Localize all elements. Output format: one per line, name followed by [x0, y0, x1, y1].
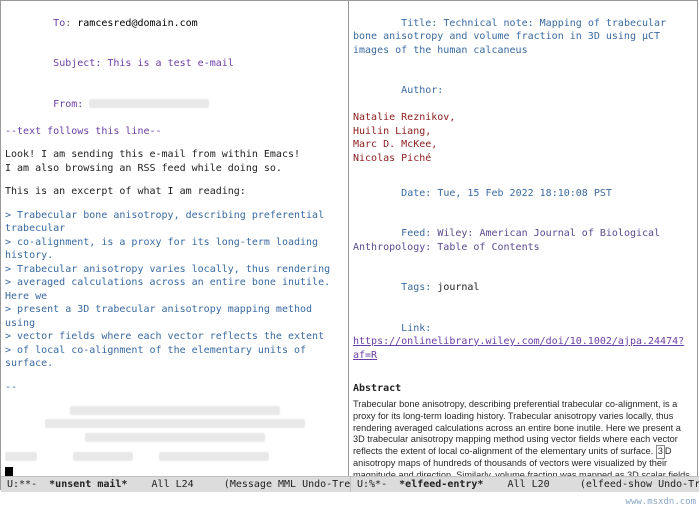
quoted-line[interactable]: > Trabecular bone anisotropy, describing… — [5, 209, 344, 236]
ml-left-modes: (Message MML Undo-Tree Abbrev — [224, 479, 350, 490]
header-separator: --text follows this line-- — [5, 125, 344, 139]
ml-left-status: U:**- — [7, 479, 37, 490]
compose-pane[interactable]: To: ramcesred@domain.com Subject: This i… — [1, 1, 349, 489]
subject-row[interactable]: Subject: This is a test e-mail — [5, 44, 344, 85]
quoted-line[interactable]: > Trabecular anisotropy varies locally, … — [5, 263, 344, 277]
from-value-redacted — [89, 99, 209, 108]
abstract-heading: Abstract — [353, 382, 693, 396]
signature-redacted — [5, 404, 344, 480]
to-value[interactable]: ramcesred@domain.com — [77, 18, 197, 29]
body-line[interactable]: I am also browsing an RSS feed while doi… — [5, 162, 344, 176]
to-row[interactable]: To: ramcesred@domain.com — [5, 3, 344, 44]
feed-label: Feed: — [401, 228, 431, 239]
author-name: Huilin Liang, — [353, 125, 693, 139]
author-name: Natalie Reznikov, — [353, 111, 693, 125]
from-row[interactable]: From: — [5, 84, 344, 125]
title-label: Title: — [401, 18, 437, 29]
tags-row: Tags: journal — [353, 268, 693, 309]
emacs-frame: To: ramcesred@domain.com Subject: This i… — [0, 0, 698, 490]
author-row: Author: — [353, 71, 693, 112]
sig-dashes[interactable]: -- — [5, 381, 344, 395]
elfeed-body[interactable]: Title: Technical note: Mapping of trabec… — [353, 3, 693, 489]
quoted-line[interactable]: > vector fields where each vector reflec… — [5, 330, 344, 344]
modeline: U:**- *unsent mail* All L24 (Message MML… — [1, 476, 699, 492]
ml-right-modes: (elfeed-show Undo-Tree) Sat F — [580, 479, 699, 490]
feed-value: Wiley: American Journal of Biological An… — [353, 228, 666, 253]
date-value: Tue, 15 Feb 2022 18:10:08 PST — [437, 188, 612, 199]
to-label: To — [53, 18, 65, 29]
date-row: Date: Tue, 15 Feb 2022 18:10:08 PST — [353, 173, 693, 214]
ml-right-pos: All L20 — [508, 479, 550, 490]
modeline-left[interactable]: U:**- *unsent mail* All L24 (Message MML… — [1, 477, 350, 492]
feed-row: Feed: Wiley: American Journal of Biologi… — [353, 214, 693, 268]
subject-label: Subject: — [53, 58, 101, 69]
from-label: From: — [53, 99, 83, 110]
ml-right-status: U:%*- — [357, 479, 387, 490]
tags-label: Tags: — [401, 282, 431, 293]
tags-value: journal — [437, 282, 479, 293]
ml-left-buffer: *unsent mail* — [49, 479, 127, 490]
link-label: Link: — [401, 323, 431, 334]
text-cursor: 3 — [657, 446, 664, 458]
title-row: Title: Technical note: Mapping of trabec… — [353, 3, 693, 71]
elfeed-pane[interactable]: Title: Technical note: Mapping of trabec… — [349, 1, 697, 489]
quoted-line[interactable]: > of local co-alignment of the elementar… — [5, 344, 344, 371]
modeline-right[interactable]: U:%*- *elfeed-entry* All L20 (elfeed-sho… — [350, 477, 699, 492]
date-label: Date: — [401, 188, 431, 199]
quoted-line[interactable]: > co-alignment, is a proxy for its long-… — [5, 236, 344, 263]
link-row: Link: https://onlinelibrary.wiley.com/do… — [353, 308, 693, 376]
subject-value[interactable]: This is a test e-mail — [107, 58, 233, 69]
author-name: Marc D. McKee, — [353, 138, 693, 152]
ml-right-buffer: *elfeed-entry* — [399, 479, 483, 490]
body-line[interactable]: Look! I am sending this e-mail from with… — [5, 148, 344, 162]
watermark: www.msxdn.com — [626, 496, 696, 508]
quoted-line[interactable]: > present a 3D trabecular anisotropy map… — [5, 303, 344, 330]
author-name: Nicolas Piché — [353, 152, 693, 166]
ml-left-pos: All L24 — [152, 479, 194, 490]
body-line[interactable]: This is an excerpt of what I am reading: — [5, 185, 344, 199]
compose-body[interactable]: To: ramcesred@domain.com Subject: This i… — [5, 3, 344, 489]
author-label: Author: — [401, 85, 443, 96]
quoted-line[interactable]: > averaged calculations across an entire… — [5, 276, 344, 303]
article-link[interactable]: https://onlinelibrary.wiley.com/doi/10.1… — [353, 336, 684, 361]
